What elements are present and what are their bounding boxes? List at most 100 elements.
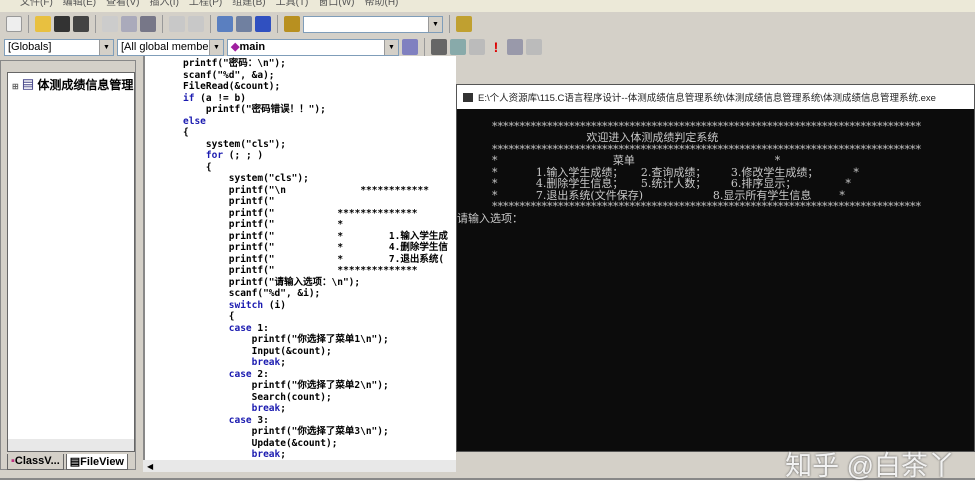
- code-line: scanf("%d", &a);: [183, 70, 448, 82]
- code-line: if (a != b): [183, 93, 448, 105]
- wizard-actions-icon[interactable]: [402, 39, 418, 55]
- menu-item[interactable]: 窗口(W): [318, 0, 354, 12]
- execute-icon[interactable]: !: [488, 39, 504, 55]
- members-combo[interactable]: [All global members] ▼: [117, 38, 224, 56]
- keyword: if: [183, 92, 195, 104]
- code-line: {: [183, 127, 448, 139]
- project-icon: ▤: [22, 78, 35, 92]
- menu-item[interactable]: 插入(I): [149, 0, 178, 12]
- go-icon[interactable]: [507, 39, 523, 55]
- code-line: system("cls");: [183, 139, 448, 151]
- code-token: printf("密码：\n");: [183, 58, 286, 69]
- tree-node-root[interactable]: ⊞ ▤ 体测成绩信息管理: [12, 76, 134, 93]
- menu-item[interactable]: 帮助(H): [365, 0, 399, 12]
- code-token: printf(" *: [228, 219, 344, 230]
- console-output: ****************************************…: [457, 109, 974, 224]
- open-folder-icon[interactable]: [35, 16, 51, 32]
- chevron-down-icon[interactable]: ▼: [428, 16, 442, 32]
- chevron-down-icon[interactable]: ▼: [99, 39, 113, 55]
- function-combo[interactable]: ◆main ▼: [227, 38, 399, 56]
- code-token: printf("密码错误！！");: [205, 104, 326, 115]
- build-icon[interactable]: [450, 39, 466, 55]
- menu-item[interactable]: 工具(T): [276, 0, 309, 12]
- keyword: for: [205, 150, 224, 161]
- class-combo[interactable]: [Globals] ▼: [4, 38, 114, 56]
- code-line: printf(" **************: [183, 208, 448, 220]
- code-line: {: [183, 311, 448, 323]
- code-line: printf(" **************: [183, 265, 448, 277]
- breakpoint-hand-icon[interactable]: [526, 39, 542, 55]
- window-list-icon[interactable]: [255, 16, 271, 32]
- code-line: Input(&count);: [183, 346, 448, 358]
- code-line: printf(" * 1.输入学生成: [183, 231, 448, 243]
- console-line: 欢迎进入体测成绩判定系统: [457, 131, 719, 144]
- copy-icon[interactable]: [121, 16, 137, 32]
- workspace-icon[interactable]: [217, 16, 233, 32]
- console-app-icon: [463, 92, 473, 102]
- scroll-left-icon[interactable]: ◀: [143, 462, 153, 471]
- keyword: break: [251, 357, 281, 368]
- code-line: printf(" * 7.退出系统(: [183, 254, 448, 266]
- find-combo[interactable]: ▼: [303, 15, 443, 33]
- tab-fileview[interactable]: ▤FileView: [65, 454, 128, 470]
- menu-item[interactable]: 工程(P): [189, 0, 222, 12]
- code-line: for (; ; ): [183, 150, 448, 162]
- compile-icon[interactable]: [431, 39, 447, 55]
- code-token: (i): [263, 299, 286, 311]
- fileview-icon: ▤: [69, 456, 81, 468]
- paste-icon[interactable]: [140, 16, 156, 32]
- menu-bar: 文件(F) 编辑(E) 查看(V) 插入(I) 工程(P) 组建(B) 工具(T) 窗口(W)…: [0, 0, 975, 12]
- code-line: Update(&count);: [183, 438, 448, 450]
- output-window-icon[interactable]: [236, 16, 252, 32]
- console-window[interactable]: E:\个人资源库\115.C语言程序设计--体测成绩信息管理系统\体测成绩信息管…: [456, 84, 975, 452]
- stop-build-icon[interactable]: [469, 39, 485, 55]
- code-token: printf("你选择了菜单1\n");: [251, 334, 389, 345]
- code-token: printf("你选择了菜单3\n");: [251, 426, 389, 437]
- keyword: case: [228, 322, 252, 334]
- cut-icon[interactable]: [102, 16, 118, 32]
- save-all-icon[interactable]: [73, 16, 89, 32]
- code-line: printf("请输入选项：\n");: [183, 277, 448, 289]
- menu-item[interactable]: 组建(B): [232, 0, 265, 12]
- keyword: break: [251, 449, 281, 460]
- undo-icon[interactable]: [169, 16, 185, 32]
- editor-hscrollbar[interactable]: ◀: [143, 460, 456, 472]
- menu-item[interactable]: 文件(F): [20, 0, 53, 12]
- tab-classview[interactable]: ▪ClassV...: [7, 454, 64, 470]
- code-line: printf(": [183, 196, 448, 208]
- code-token: system("cls");: [228, 173, 309, 184]
- code-line: case 3:: [183, 415, 448, 427]
- find-icon[interactable]: [456, 16, 472, 32]
- code-line: scanf("%d", &i);: [183, 288, 448, 300]
- code-token: printf("你选择了菜单2\n");: [251, 380, 389, 391]
- code-token: scanf("%d", &a);: [183, 69, 275, 81]
- save-icon[interactable]: [54, 16, 70, 32]
- code-token: scanf("%d", &i);: [228, 288, 321, 299]
- keyword: switch: [228, 299, 264, 311]
- code-token: ;: [280, 403, 286, 414]
- code-token: 2:: [251, 368, 269, 380]
- keyword: case: [228, 368, 252, 380]
- new-file-icon[interactable]: [6, 16, 22, 32]
- code-token: Input(&count);: [251, 345, 332, 357]
- code-token: ;: [280, 357, 286, 368]
- code-line: printf("密码错误！！");: [183, 104, 448, 116]
- code-token: ;: [280, 449, 286, 460]
- menu-item[interactable]: 编辑(E): [63, 0, 96, 12]
- console-line: ****************************************…: [457, 200, 921, 213]
- console-line: * 4.删除学生信息； 5.统计人数； 6.排序显示； *: [457, 177, 851, 190]
- standard-toolbar: ▼: [0, 13, 975, 35]
- tree-hscrollbar[interactable]: [8, 439, 134, 451]
- code-line: {: [183, 162, 448, 174]
- chevron-down-icon[interactable]: ▼: [384, 39, 398, 55]
- redo-icon[interactable]: [188, 16, 204, 32]
- code-line: printf("你选择了菜单1\n");: [183, 334, 448, 346]
- console-titlebar[interactable]: E:\个人资源库\115.C语言程序设计--体测成绩信息管理系统\体测成绩信息管…: [457, 85, 974, 109]
- code-line: case 2:: [183, 369, 448, 381]
- code-editor[interactable]: printf("密码：\n"); scanf("%d", &a); FileRead…: [143, 56, 456, 460]
- code-line: printf(" *: [183, 219, 448, 231]
- menu-item[interactable]: 查看(V): [106, 0, 139, 12]
- find-in-files-icon[interactable]: [284, 16, 300, 32]
- chevron-down-icon[interactable]: ▼: [209, 39, 223, 55]
